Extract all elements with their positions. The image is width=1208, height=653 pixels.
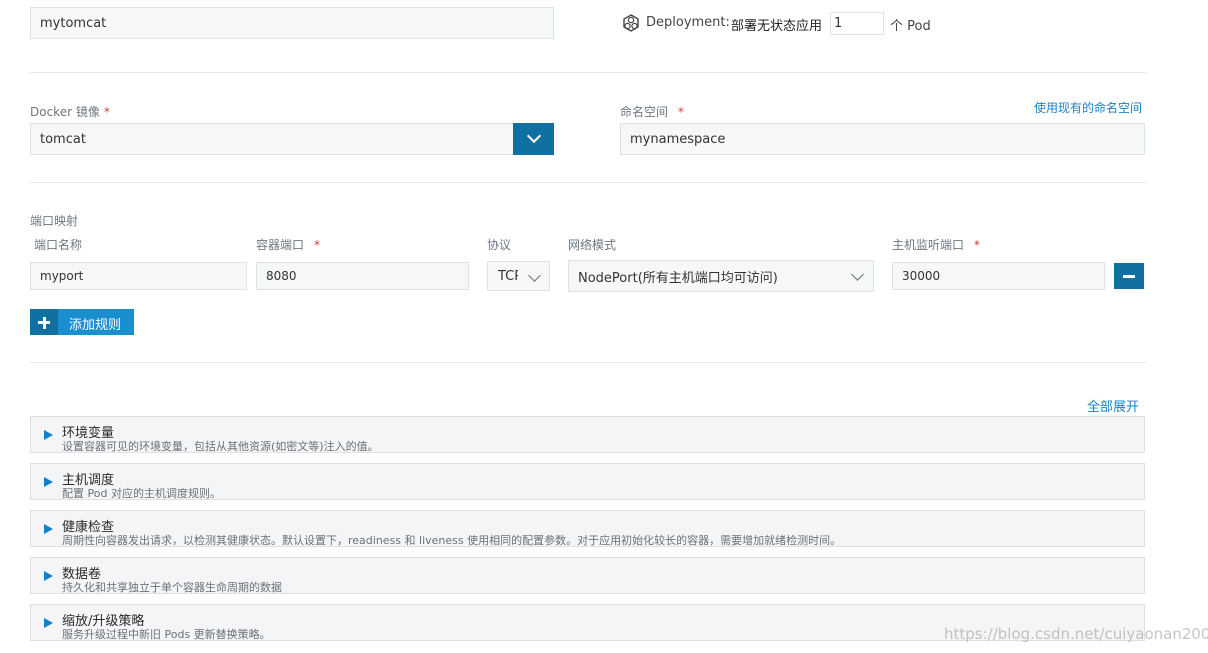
port-mapping-title: 端口映射 (30, 214, 79, 228)
pod-count-input[interactable]: 1 (830, 12, 884, 35)
divider (30, 362, 1146, 363)
container-port-header-text: 容器端口 (256, 238, 305, 252)
deployment-icon (621, 14, 641, 34)
required-mark: * (314, 238, 321, 252)
section-desc: 服务升级过程中新旧 Pods 更新替换策略。 (62, 628, 271, 641)
container-port-input[interactable]: 8080 (256, 262, 469, 290)
port-name-header: 端口名称 (34, 238, 83, 252)
docker-image-dropdown-button[interactable] (513, 123, 554, 155)
docker-image-input[interactable]: tomcat (30, 123, 514, 155)
watermark: https://blog.csdn.net/cuiyaonan2000 (944, 625, 1208, 643)
expand-arrow-icon (44, 618, 53, 628)
expand-arrow-icon (44, 430, 53, 440)
section-desc: 持久化和共享独立于单个容器生命周期的数据 (62, 581, 282, 594)
minus-icon (1123, 274, 1135, 278)
section-volumes[interactable]: 数据卷 持久化和共享独立于单个容器生命周期的数据 (30, 557, 1145, 594)
host-port-header: 主机监听端口 * (892, 236, 980, 253)
required-mark: * (103, 105, 110, 119)
deployment-label: Deployment: (646, 15, 730, 30)
section-desc: 周期性向容器发出请求，以检测其健康状态。默认设置下，readiness 和 li… (62, 534, 842, 547)
use-existing-namespace-link[interactable]: 使用现有的命名空间 (1034, 99, 1142, 116)
namespace-input[interactable]: mynamespace (620, 123, 1145, 155)
namespace-label: 命名空间 * (620, 103, 684, 120)
network-mode-header: 网络模式 (568, 238, 617, 252)
chevron-down-icon (526, 128, 541, 144)
expand-arrow-icon (44, 477, 53, 487)
expand-arrow-icon (44, 524, 53, 534)
section-desc: 配置 Pod 对应的主机调度规则。 (62, 487, 221, 500)
deployment-desc: 部署无状态应用 (731, 19, 823, 34)
docker-image-label-text: Docker 镜像 (30, 105, 100, 119)
expand-all-link[interactable]: 全部展开 (1087, 396, 1139, 415)
protocol-header: 协议 (487, 238, 512, 252)
protocol-value: TCP (498, 268, 518, 284)
app-name-input[interactable]: mytomcat (30, 7, 554, 39)
section-health-check[interactable]: 健康检查 周期性向容器发出请求，以检测其健康状态。默认设置下，readiness… (30, 510, 1145, 547)
docker-image-label: Docker 镜像 * (30, 103, 110, 120)
chevron-down-icon (528, 269, 541, 282)
container-port-header: 容器端口 * (256, 236, 320, 253)
required-mark: * (678, 105, 685, 119)
plus-icon (30, 309, 58, 335)
add-rule-button[interactable]: 添加规则 (30, 309, 134, 335)
pod-unit-label: 个 Pod (890, 19, 931, 34)
expand-arrow-icon (44, 571, 53, 581)
host-port-header-text: 主机监听端口 (892, 238, 965, 252)
divider (30, 182, 1146, 183)
host-port-input[interactable]: 30000 (892, 262, 1105, 290)
section-desc: 设置容器可见的环境变量，包括从其他资源(如密文等)注入的值。 (62, 440, 379, 453)
remove-rule-button[interactable] (1114, 263, 1144, 289)
section-host-scheduling[interactable]: 主机调度 配置 Pod 对应的主机调度规则。 (30, 463, 1145, 500)
network-mode-value: NodePort(所有主机端口均可访问) (578, 270, 778, 286)
namespace-label-text: 命名空间 (620, 105, 669, 119)
chevron-down-icon (851, 268, 864, 281)
divider (30, 72, 1146, 73)
network-mode-select[interactable]: NodePort(所有主机端口均可访问) (568, 260, 874, 292)
protocol-select[interactable]: TCP (487, 261, 550, 291)
required-mark: * (974, 238, 981, 252)
port-name-input[interactable]: myport (30, 262, 247, 290)
section-env-vars[interactable]: 环境变量 设置容器可见的环境变量，包括从其他资源(如密文等)注入的值。 (30, 416, 1145, 453)
add-rule-label: 添加规则 (69, 318, 122, 333)
